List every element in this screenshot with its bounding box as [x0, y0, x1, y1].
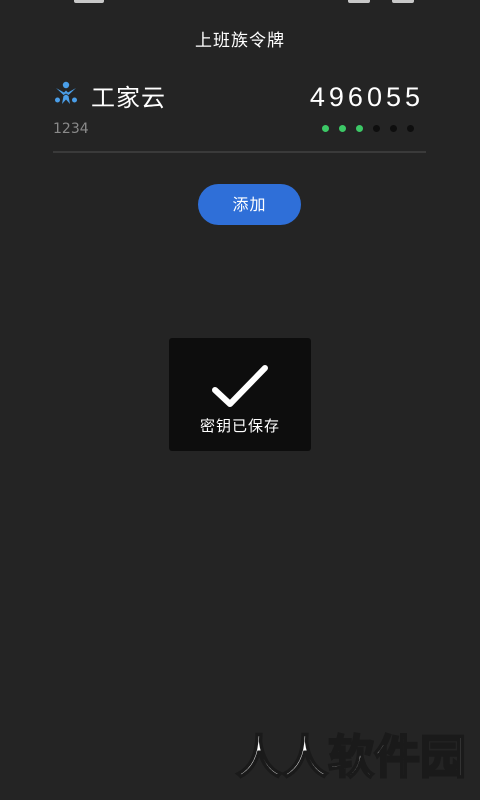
add-button[interactable]: 添加 [198, 184, 301, 225]
token-code: 496055 [309, 82, 424, 112]
countdown-dot [322, 125, 329, 132]
status-network-icon [348, 0, 370, 3]
toast-message: 密钥已保存 [169, 338, 311, 451]
countdown-dot [407, 125, 414, 132]
watermark-text: 人人软件园 [235, 730, 467, 784]
countdown-dot [339, 125, 346, 132]
token-account: 1234 [53, 121, 89, 137]
page-title: 上班族令牌 [195, 31, 285, 51]
app-screen: 上班族令牌 工家云 1234 496055 添加 密钥已保存 人人软件园 [0, 0, 480, 800]
toast-text: 密钥已保存 [199, 417, 280, 435]
countdown-dot [390, 125, 397, 132]
status-signal-icon [74, 0, 104, 3]
countdown-dot [373, 125, 380, 132]
checkmark-icon [212, 365, 268, 407]
countdown-indicator [322, 125, 414, 132]
status-battery-icon [392, 0, 414, 3]
countdown-dot [356, 125, 363, 132]
list-divider [53, 151, 426, 153]
person-group-logo-icon [55, 81, 77, 104]
token-name: 工家云 [91, 84, 166, 112]
status-bar [0, 0, 480, 6]
token-card[interactable]: 工家云 1234 496055 [53, 76, 426, 152]
